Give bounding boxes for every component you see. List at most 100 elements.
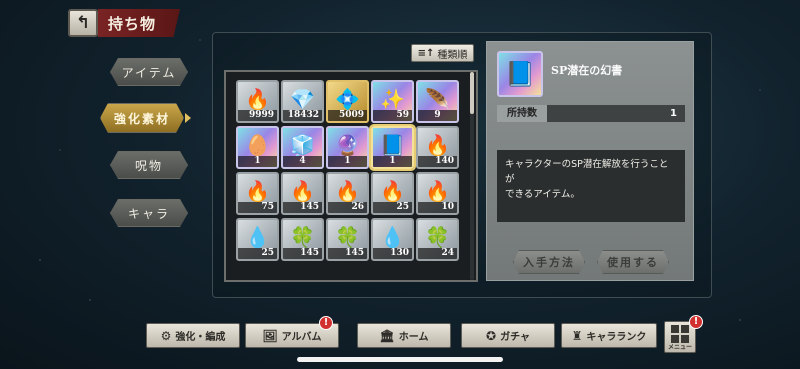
item-tile[interactable]: 🪶 9 xyxy=(416,80,459,123)
item-art-icon: 📘 xyxy=(380,133,405,158)
detail-item-art: 📘 xyxy=(505,60,535,88)
nav-character-rank-button[interactable]: ♜ キャラランク xyxy=(561,323,657,348)
item-count: 1 xyxy=(238,156,277,167)
sort-label: 種類順 xyxy=(437,49,468,61)
item-art-icon: 💠 xyxy=(335,87,360,112)
owned-count-row: 所持数 1 xyxy=(497,105,685,122)
nav-label: ガチャ xyxy=(500,332,530,343)
item-count: 140 xyxy=(418,156,457,167)
menu-label: メニュー xyxy=(667,344,692,351)
item-grid-scrollbar[interactable] xyxy=(470,72,474,280)
scrollbar-thumb[interactable] xyxy=(470,72,474,114)
description-line-2: できるアイテム。 xyxy=(505,189,580,200)
item-art-icon: 🪶 xyxy=(425,87,450,112)
item-tile[interactable]: 🔥 145 xyxy=(281,172,324,215)
back-button[interactable]: ↰ xyxy=(68,9,98,37)
enhance-icon: ⚙ xyxy=(160,328,172,343)
nav-label: アルバム xyxy=(281,332,322,343)
item-tile[interactable]: 🔥 75 xyxy=(236,172,279,215)
item-tile[interactable]: 🧊 4 xyxy=(281,126,324,169)
item-art-icon: ✨ xyxy=(380,87,405,112)
item-tile[interactable]: 💠 5009 xyxy=(326,80,369,123)
item-tile[interactable]: 🍀 24 xyxy=(416,218,459,261)
item-detail-panel: 📘 SP潜在の幻書 所持数 1 キャラクターのSP潜在解放を行うことが できるア… xyxy=(486,41,694,281)
item-count: 25 xyxy=(238,248,277,259)
item-tile[interactable]: 🔥 26 xyxy=(326,172,369,215)
item-count: 5009 xyxy=(328,110,367,121)
item-art-icon: 🔥 xyxy=(380,179,405,204)
item-art-icon: 🔥 xyxy=(245,179,270,204)
item-tile[interactable]: 🔮 1 xyxy=(326,126,369,169)
item-count: 1 xyxy=(328,156,367,167)
item-art-icon: 🥚 xyxy=(245,133,270,158)
item-count: 145 xyxy=(283,202,322,213)
item-tile[interactable]: 🍀 145 xyxy=(281,218,324,261)
menu-notification-badge: ! xyxy=(689,315,703,329)
item-art-icon: 🍀 xyxy=(335,225,360,250)
item-tile[interactable]: 🍀 145 xyxy=(326,218,369,261)
item-tile[interactable]: 💧 130 xyxy=(371,218,414,261)
home-icon: 🏛 xyxy=(379,328,395,343)
item-tile-selected[interactable]: 📘 1 xyxy=(371,126,414,169)
item-tile[interactable]: 🔥 25 xyxy=(371,172,414,215)
item-grid[interactable]: 🔥 9999 💎 18432 💠 5009 ✨ 59 🪶 9 🥚 1 🧊 4 🔮 1 📘 1 🔥 140 🔥 75 🔥 145… xyxy=(224,70,478,282)
detail-item-name: SP潜在の幻書 xyxy=(551,64,623,77)
nav-label: キャラランク xyxy=(586,332,647,343)
category-item-button[interactable]: アイテム xyxy=(110,58,188,86)
category-character-button[interactable]: キャラ xyxy=(110,199,188,227)
item-art-icon: 🔥 xyxy=(335,179,360,204)
item-art-icon: 🔥 xyxy=(425,133,450,158)
item-art-icon: 🔥 xyxy=(425,179,450,204)
item-art-icon: 🔮 xyxy=(335,133,360,158)
item-art-icon: 🔥 xyxy=(290,179,315,204)
item-count: 145 xyxy=(328,248,367,259)
item-count: 145 xyxy=(283,248,322,259)
item-tile[interactable]: ✨ 59 xyxy=(371,80,414,123)
description-line-1: キャラクターのSP潜在解放を行うことが xyxy=(505,159,669,185)
sort-button[interactable]: ≡↑ 種類順 xyxy=(411,44,474,62)
back-arrow-icon: ↰ xyxy=(75,13,91,33)
item-count: 18432 xyxy=(283,110,322,121)
item-count: 59 xyxy=(373,110,412,121)
gacha-icon: ✪ xyxy=(486,328,497,343)
item-tile[interactable]: 🔥 9999 xyxy=(236,80,279,123)
album-notification-badge: ! xyxy=(319,316,333,330)
menu-grid-icon xyxy=(671,325,689,343)
page-title: 持ち物 xyxy=(98,9,180,37)
item-count: 130 xyxy=(373,248,412,259)
item-count: 25 xyxy=(373,202,412,213)
nav-enhance-button[interactable]: ⚙ 強化・編成 xyxy=(146,323,240,348)
nav-label: ホーム xyxy=(398,332,429,343)
item-art-icon: 🍀 xyxy=(425,225,450,250)
item-tile[interactable]: 💎 18432 xyxy=(281,80,324,123)
nav-label: 強化・編成 xyxy=(175,332,226,343)
obtain-method-button[interactable]: 入手方法 xyxy=(513,250,585,274)
item-count: 26 xyxy=(328,202,367,213)
active-category-arrow-icon xyxy=(185,113,191,123)
item-tile[interactable]: 🔥 140 xyxy=(416,126,459,169)
detail-description: キャラクターのSP潜在解放を行うことが できるアイテム。 xyxy=(497,150,685,222)
item-tile[interactable]: 💧 25 xyxy=(236,218,279,261)
item-count: 1 xyxy=(373,156,412,167)
category-material-button[interactable]: 強化素材 xyxy=(100,103,184,133)
character-rank-icon: ♜ xyxy=(571,328,583,343)
item-art-icon: 💧 xyxy=(245,225,270,250)
sort-icon: ≡↑ xyxy=(417,47,435,59)
item-tile[interactable]: 🥚 1 xyxy=(236,126,279,169)
item-tile[interactable]: 🔥 10 xyxy=(416,172,459,215)
owned-count-value: 1 xyxy=(670,108,677,119)
item-art-icon: 🧊 xyxy=(290,133,315,158)
album-icon: 🖼 xyxy=(262,328,278,343)
nav-home-button[interactable]: 🏛 ホーム xyxy=(357,323,451,348)
item-art-icon: 🔥 xyxy=(245,87,270,112)
nav-gacha-button[interactable]: ✪ ガチャ xyxy=(461,323,555,348)
home-indicator-bar[interactable] xyxy=(297,357,503,362)
use-button[interactable]: 使用する xyxy=(597,250,669,274)
book-icon: 📘 xyxy=(497,51,543,97)
category-curse-button[interactable]: 呪物 xyxy=(110,151,188,179)
item-art-icon: 💎 xyxy=(290,87,315,112)
item-art-icon: 🍀 xyxy=(290,225,315,250)
owned-count-label: 所持数 xyxy=(497,105,547,122)
item-count: 9 xyxy=(418,110,457,121)
item-art-icon: 💧 xyxy=(380,225,405,250)
